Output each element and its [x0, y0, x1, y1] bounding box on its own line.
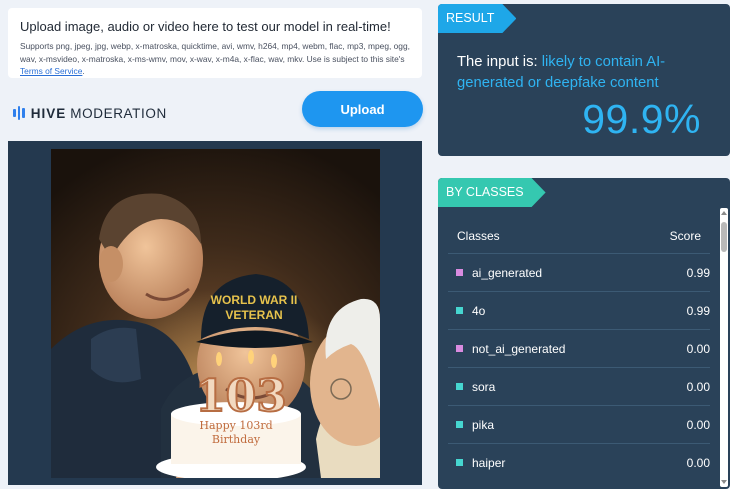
class-color-swatch — [456, 383, 463, 390]
header-classes: Classes — [457, 229, 500, 243]
classes-tag: BY CLASSES — [438, 178, 546, 207]
class-name: 4o — [472, 304, 486, 318]
logo-text-hive: HIVE — [30, 105, 67, 121]
classes-scrollbar[interactable] — [720, 208, 728, 487]
result-tag: RESULT — [438, 4, 516, 33]
logo-text-moderation: MODERATION — [70, 105, 167, 121]
class-score: 0.00 — [686, 418, 710, 432]
upload-info-card: Upload image, audio or video here to tes… — [8, 8, 422, 78]
hive-moderation-logo: HIVE MODERATION — [13, 105, 167, 121]
scrollbar-thumb[interactable] — [721, 222, 727, 252]
cake-text-line2: Birthday — [212, 433, 261, 446]
class-score: 0.99 — [686, 266, 710, 280]
uploaded-image: WORLD WAR II VETERAN Happy 103rd Birthda… — [51, 149, 380, 478]
class-row: ai_generated 0.99 — [448, 253, 710, 291]
class-color-swatch — [456, 421, 463, 428]
class-name: not_ai_generated — [472, 342, 566, 356]
class-name: sora — [472, 380, 496, 394]
cap-text-line1: WORLD WAR II — [211, 293, 298, 307]
overall-score: 99.9% — [582, 96, 701, 142]
verdict-prefix: The input is: — [457, 54, 538, 70]
class-score: 0.00 — [686, 380, 710, 394]
supported-formats-text: Supports png, jpeg, jpg, webp, x-matrosk… — [20, 40, 415, 78]
class-row: 4o 0.99 — [448, 291, 710, 329]
terms-of-service-link[interactable]: Terms of Service — [20, 66, 82, 76]
scroll-up-arrow-icon[interactable] — [721, 211, 727, 215]
classes-panel: BY CLASSES Classes Score ai_generated 0.… — [438, 178, 730, 489]
class-name: haiper — [472, 456, 506, 470]
terms-suffix: . — [82, 66, 85, 76]
class-name: pika — [472, 418, 495, 432]
class-row: not_ai_generated 0.00 — [448, 329, 710, 367]
verdict-text: The input is: likely to contain AI-gener… — [457, 52, 717, 94]
class-row: haiper 0.00 — [448, 443, 710, 481]
scroll-down-arrow-icon[interactable] — [721, 480, 727, 484]
class-color-swatch — [456, 459, 463, 466]
class-score: 0.99 — [686, 304, 710, 318]
class-score: 0.00 — [686, 342, 710, 356]
header-score: Score — [669, 229, 701, 243]
hive-logo-icon — [13, 106, 25, 120]
classes-table-header: Classes Score — [457, 229, 701, 243]
class-row: sora 0.00 — [448, 367, 710, 405]
formats-list: Supports png, jpeg, jpg, webp, x-matrosk… — [20, 41, 410, 64]
result-panel: RESULT The input is: likely to contain A… — [438, 4, 730, 156]
class-color-swatch — [456, 307, 463, 314]
class-row: pika 0.00 — [448, 405, 710, 443]
cap-text-line2: VETERAN — [225, 308, 282, 322]
upload-button[interactable]: Upload — [302, 91, 423, 127]
class-color-swatch — [456, 269, 463, 276]
image-preview-frame: WORLD WAR II VETERAN Happy 103rd Birthda… — [8, 141, 422, 485]
class-name: ai_generated — [472, 266, 543, 280]
class-color-swatch — [456, 345, 463, 352]
cake-candle-number: 103 — [195, 371, 287, 422]
upload-title: Upload image, audio or video here to tes… — [20, 19, 391, 34]
class-score: 0.00 — [686, 456, 710, 470]
